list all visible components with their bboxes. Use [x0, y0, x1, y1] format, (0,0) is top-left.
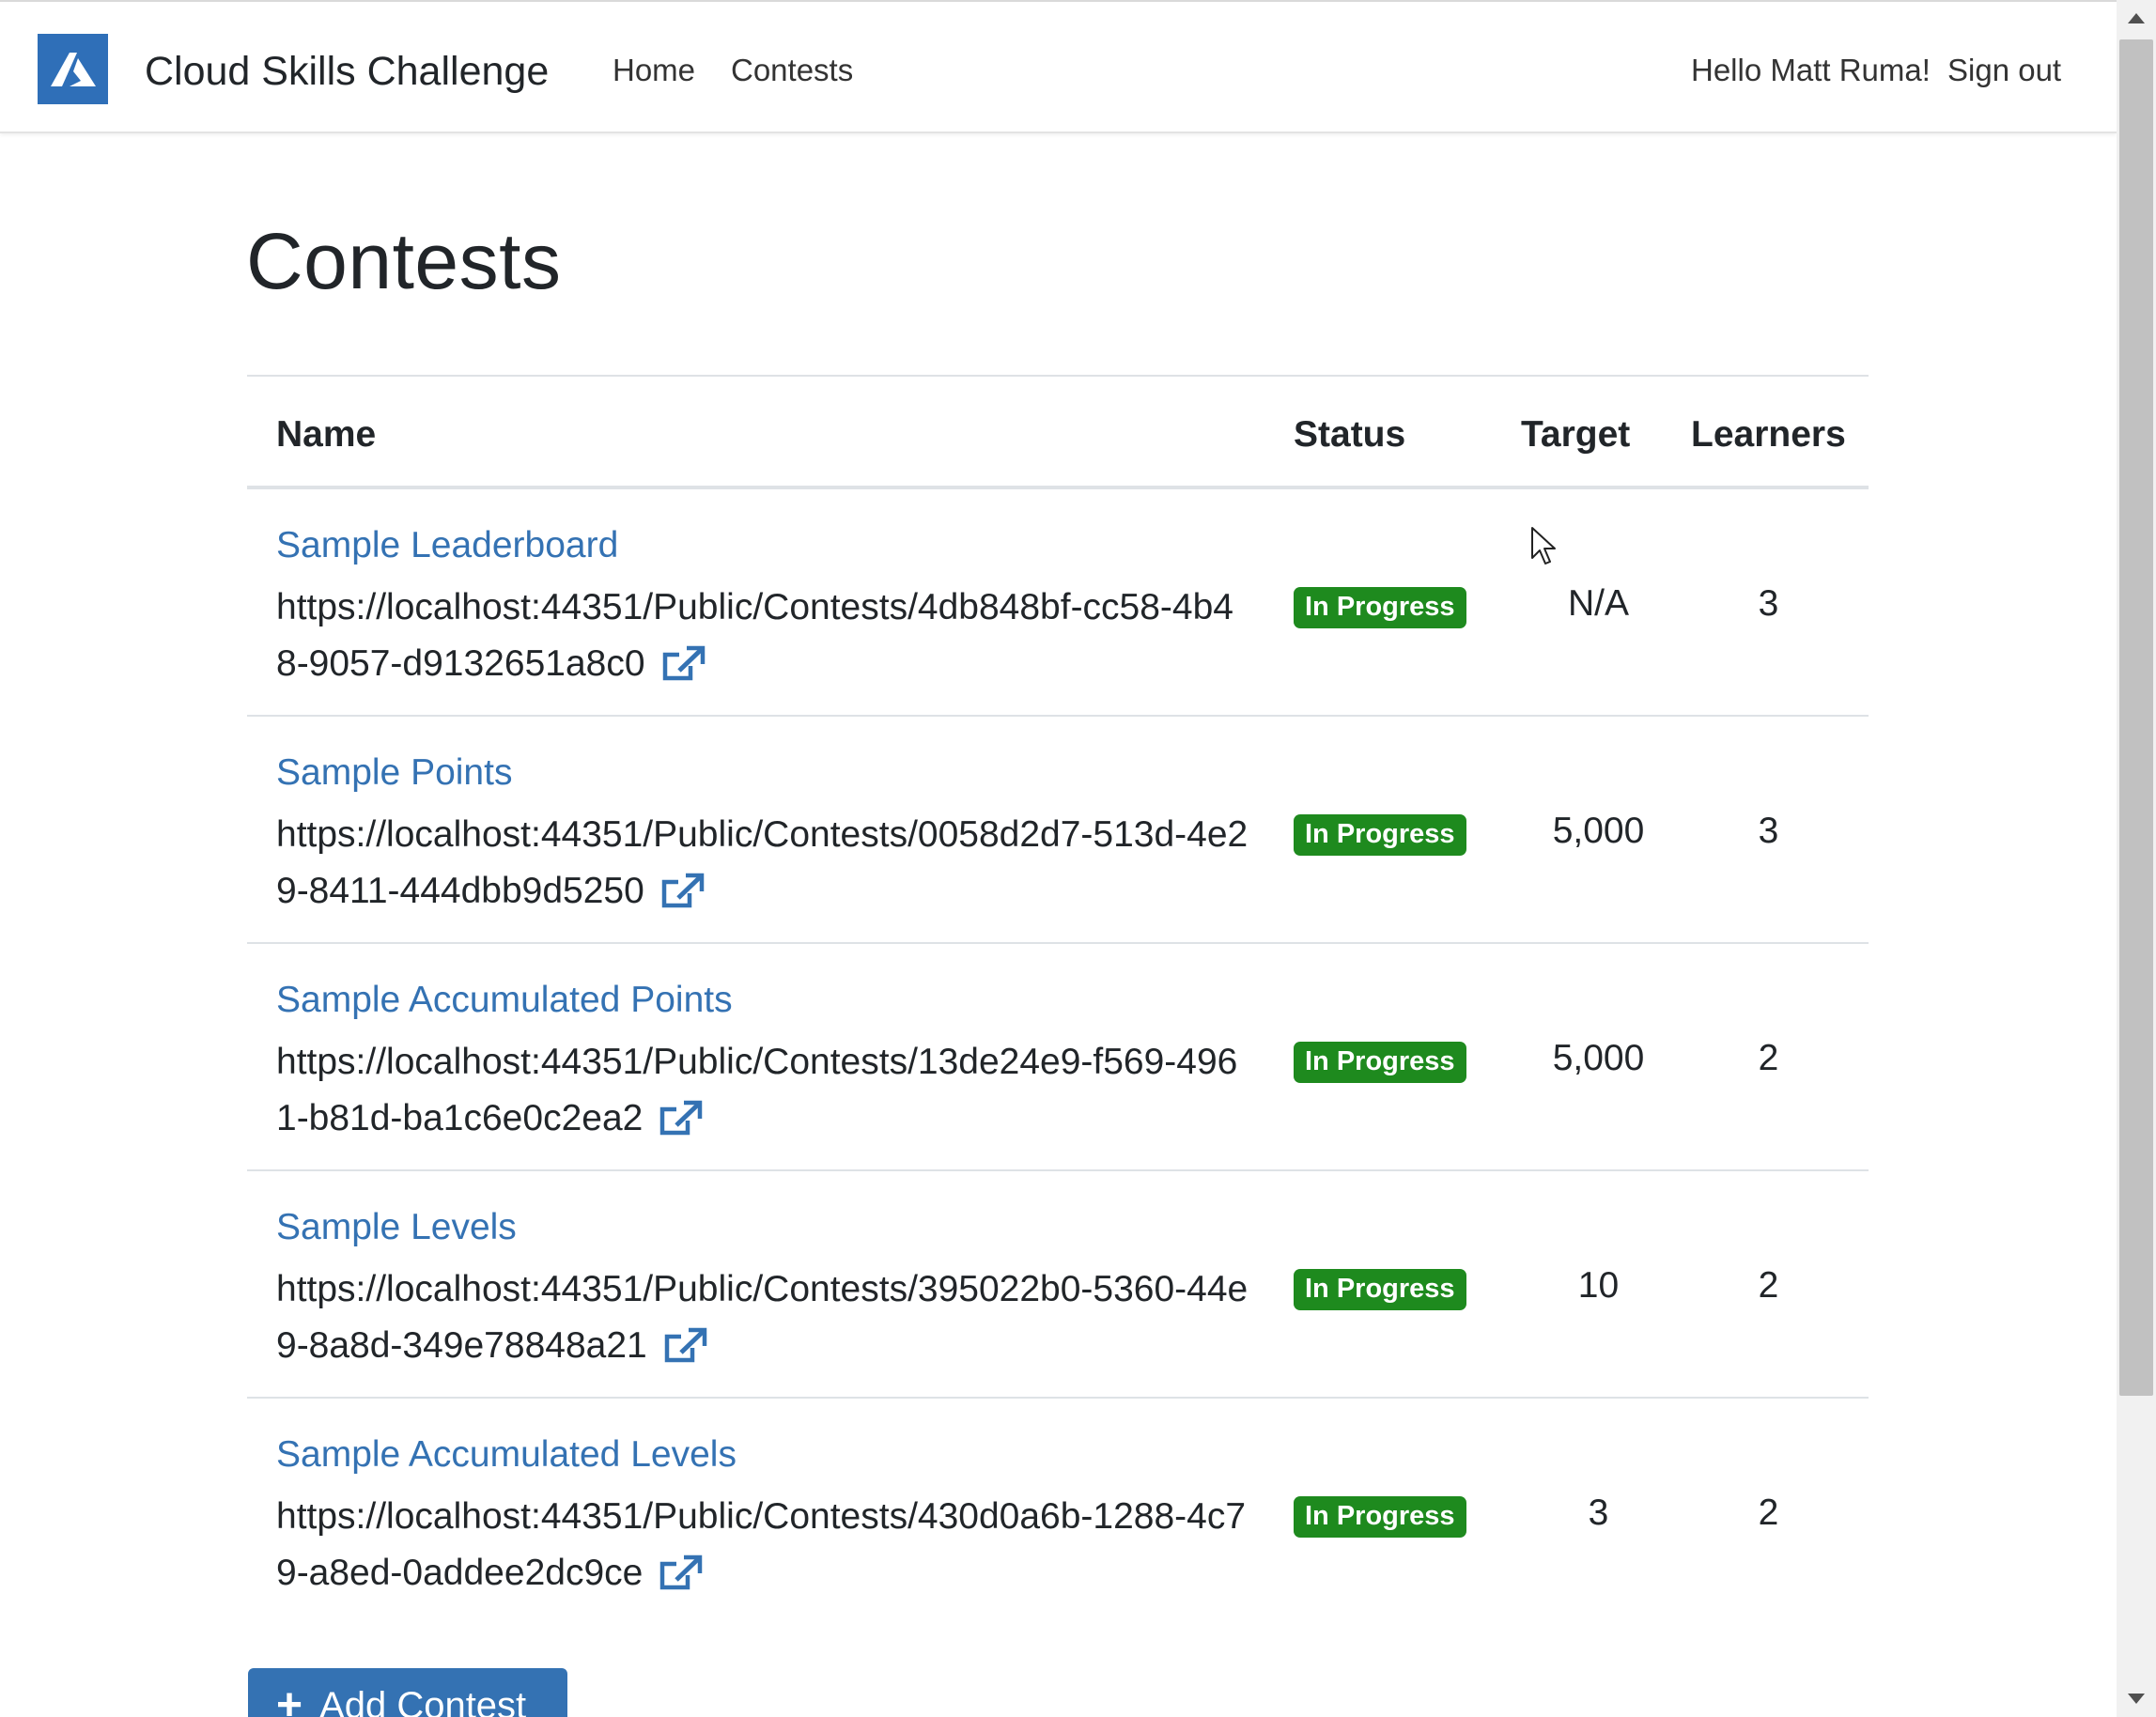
top-navbar: Cloud Skills Challenge Home Contests Hel… [0, 0, 2117, 133]
contest-name-link[interactable]: Sample Leaderboard [276, 525, 618, 566]
external-link-icon[interactable] [659, 1098, 703, 1154]
add-contest-button[interactable]: + Add Contest [248, 1668, 567, 1717]
target-value: N/A [1567, 583, 1629, 624]
contest-name-link[interactable]: Sample Accumulated Levels [276, 1434, 737, 1476]
learners-count: 2 [1758, 1493, 1779, 1533]
table-row: Sample Accumulated Levels https://localh… [247, 1399, 1869, 1626]
target-value: 5,000 [1552, 811, 1645, 851]
scrollbar-thumb[interactable] [2119, 39, 2153, 1396]
learners-count: 3 [1758, 811, 1779, 851]
contest-url-text: https://localhost:44351/Public/Contests/… [276, 587, 1233, 684]
plus-icon: + [276, 1680, 303, 1717]
status-badge: In Progress [1294, 587, 1466, 628]
external-link-icon[interactable] [662, 643, 706, 700]
column-header-learners: Learners [1691, 414, 1846, 455]
learners-count: 2 [1758, 1038, 1779, 1078]
learners-count: 3 [1758, 583, 1779, 624]
table-row: Sample Leaderboard https://localhost:443… [247, 489, 1869, 717]
contest-url: https://localhost:44351/Public/Contests/… [276, 1034, 1253, 1154]
table-row: Sample Levels https://localhost:44351/Pu… [247, 1171, 1869, 1399]
add-contest-label: Add Contest [319, 1684, 527, 1717]
page: Cloud Skills Challenge Home Contests Hel… [0, 0, 2117, 1717]
contest-name-link[interactable]: Sample Accumulated Points [276, 980, 733, 1021]
vertical-scrollbar[interactable] [2117, 0, 2156, 1717]
contest-name-link[interactable]: Sample Points [276, 752, 512, 794]
contests-table: Name Status Target Learners Sample Leade… [247, 375, 1869, 1626]
target-value: 5,000 [1552, 1038, 1645, 1078]
learners-count: 2 [1758, 1265, 1779, 1306]
table-header: Name Status Target Learners [247, 375, 1869, 489]
contest-url: https://localhost:44351/Public/Contests/… [276, 1261, 1253, 1382]
app-brand[interactable]: Cloud Skills Challenge [145, 49, 549, 95]
contest-url: https://localhost:44351/Public/Contests/… [276, 580, 1253, 700]
column-header-status: Status [1294, 414, 1406, 455]
contest-url-text: https://localhost:44351/Public/Contests/… [276, 1269, 1249, 1366]
status-badge: In Progress [1294, 1269, 1466, 1310]
page-title: Contests [246, 217, 562, 305]
user-greeting: Hello Matt Ruma! [1691, 53, 1931, 87]
scroll-up-arrow-icon[interactable] [2128, 13, 2145, 23]
external-link-icon[interactable] [661, 871, 705, 927]
contest-url: https://localhost:44351/Public/Contests/… [276, 1489, 1253, 1609]
status-badge: In Progress [1294, 1496, 1466, 1538]
external-link-icon[interactable] [659, 1553, 703, 1609]
status-badge: In Progress [1294, 814, 1466, 856]
azure-logo-icon[interactable] [38, 34, 108, 104]
column-header-target: Target [1521, 414, 1631, 455]
nav-home-link[interactable]: Home [613, 53, 695, 88]
nav-contests-link[interactable]: Contests [731, 53, 853, 88]
target-value: 3 [1588, 1493, 1609, 1533]
column-header-name: Name [276, 414, 377, 455]
target-value: 10 [1577, 1265, 1620, 1306]
table-row: Sample Accumulated Points https://localh… [247, 944, 1869, 1171]
sign-out-link[interactable]: Sign out [1947, 53, 2061, 88]
mouse-pointer-icon [1530, 526, 1559, 570]
contest-url-text: https://localhost:44351/Public/Contests/… [276, 1496, 1247, 1593]
contest-name-link[interactable]: Sample Levels [276, 1207, 517, 1248]
contest-url-text: https://localhost:44351/Public/Contests/… [276, 1042, 1238, 1138]
contest-url-text: https://localhost:44351/Public/Contests/… [276, 814, 1249, 911]
contest-url: https://localhost:44351/Public/Contests/… [276, 807, 1253, 927]
scroll-down-arrow-icon[interactable] [2128, 1694, 2145, 1704]
status-badge: In Progress [1294, 1042, 1466, 1083]
external-link-icon[interactable] [664, 1325, 707, 1382]
table-row: Sample Points https://localhost:44351/Pu… [247, 717, 1869, 944]
